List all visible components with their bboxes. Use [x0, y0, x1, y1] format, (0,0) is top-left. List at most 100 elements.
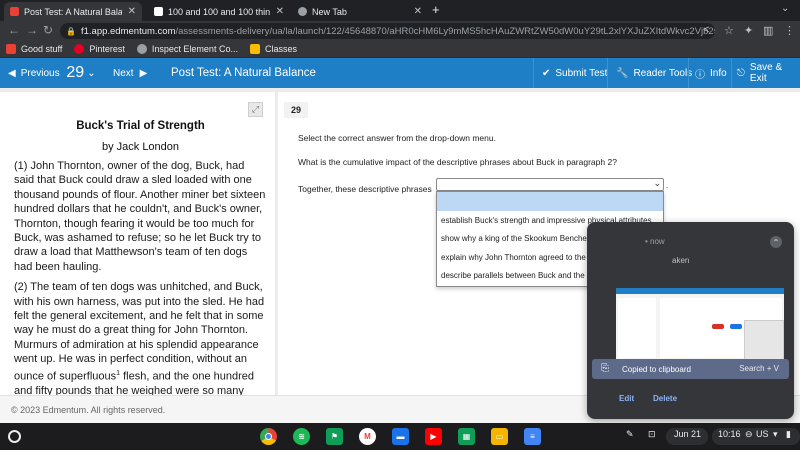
submit-icon: ✔ [542, 67, 551, 79]
extensions-puzzle-icon[interactable]: ✦ [744, 24, 753, 37]
previous-button[interactable]: ◀ Previous [8, 58, 60, 88]
thumbnail-button-blue [730, 324, 742, 329]
youtube-icon [6, 44, 16, 54]
close-tab-icon[interactable]: ✕ [414, 6, 422, 17]
tab-search-chevron-icon[interactable]: ⌄ [781, 3, 789, 14]
close-tab-icon[interactable]: ✕ [128, 6, 136, 17]
browser-tab-strip: Post Test: A Natural Balance ✕ 100 and 1… [0, 0, 800, 21]
google-sheets-icon[interactable]: ▦ [458, 428, 475, 445]
clipboard-notification: • now aken ⌃ ⎘ Copied to clipboard Searc… [587, 222, 794, 419]
forward-arrow-icon[interactable]: → [26, 23, 38, 37]
save-exit-button[interactable]: ⎋ Save & Exit [737, 58, 800, 88]
screen-capture-icon[interactable]: ⊡ [648, 429, 656, 440]
chevron-down-icon: ⌄ [653, 178, 661, 188]
back-arrow-icon[interactable]: ← [8, 23, 20, 37]
google-classroom-icon[interactable]: ⚑ [326, 428, 343, 445]
divider [688, 58, 689, 88]
expand-icon[interactable]: ⤢ [248, 102, 263, 117]
site-favicon-icon [154, 7, 163, 16]
divider [533, 58, 534, 88]
date-text: Jun 21 [674, 429, 702, 439]
wifi-icon: ▾ [773, 429, 778, 439]
battery-icon: ▮ [786, 429, 791, 439]
edit-button[interactable]: Edit [619, 394, 634, 403]
thumbnail-passage [618, 298, 656, 358]
test-navigation-bar: ◀ Previous 29 ⌄ Next ▶ Post Test: A Natu… [0, 58, 800, 88]
notification-time: • now [645, 237, 665, 246]
side-panel-icon[interactable]: ▥ [763, 24, 773, 37]
notification-title: aken [672, 256, 690, 265]
reader-tools-button[interactable]: 🔧 Reader Tools [616, 58, 692, 88]
thumbnail-page-bar [616, 288, 784, 294]
info-button[interactable]: ⓘ Info [695, 58, 727, 88]
question-prompt: What is the cumulative impact of the des… [298, 157, 617, 167]
locale-text: US [756, 429, 769, 439]
close-icon[interactable]: ⌃ [770, 236, 782, 248]
os-shelf: ≋ ⚑ M ▬ ▶ ▦ ▭ ≡ ✎ ⊡ Jun 21 10:16 ⊖ US ▾ … [0, 423, 800, 450]
next-button[interactable]: Next ▶ [113, 58, 152, 88]
tab-post-test[interactable]: Post Test: A Natural Balance ✕ [4, 2, 142, 21]
lock-icon: 🔒 [66, 26, 76, 36]
question-number-tag: 29 [284, 102, 308, 118]
answer-select[interactable]: ⌄ [436, 178, 664, 191]
screenshot-thumbnail[interactable] [616, 288, 784, 362]
time-text: 10:16 [718, 429, 741, 439]
reload-icon[interactable]: ↻ [43, 23, 53, 37]
submit-test-button[interactable]: ✔ Submit Test [542, 58, 607, 88]
question-stem: Together, these descriptive phrases [298, 184, 432, 194]
gmail-icon[interactable]: M [359, 428, 376, 445]
address-bar[interactable]: 🔒 f1.app.edmentum.com /assessments-deliv… [60, 23, 715, 39]
divider [731, 58, 732, 88]
wrench-icon: 🔧 [616, 67, 629, 79]
copyright-text: © 2023 Edmentum. All rights reserved. [11, 404, 166, 415]
thumbnail-dialog [744, 320, 784, 360]
edmentum-favicon-icon [10, 7, 19, 16]
question-instruction: Select the correct answer from the drop-… [298, 133, 496, 143]
passage-panel[interactable]: ⤢ Buck's Trial of Strength by Jack Londo… [0, 92, 275, 395]
sentence-period: . [666, 181, 669, 190]
info-icon: ⓘ [695, 69, 705, 81]
files-icon[interactable]: ▬ [392, 428, 409, 445]
save-icon: ⎋ [737, 67, 745, 79]
bookmark-inspect-element[interactable]: Inspect Element Co... [136, 44, 238, 54]
next-arrow-icon: ▶ [139, 67, 148, 79]
passage-paragraph-2: (2) The team of ten dogs was unhitched, … [14, 281, 265, 395]
pinterest-icon [74, 44, 85, 54]
thumbnail-button-red [712, 324, 724, 329]
search-v-shortcut: Search + V [739, 364, 779, 373]
close-tab-icon[interactable]: ✕ [276, 6, 284, 17]
launcher-icon[interactable] [8, 430, 21, 443]
bookmarks-bar: Good stuff Pinterest Inspect Element Co.… [0, 41, 800, 58]
chrome-icon[interactable] [260, 428, 277, 445]
option-blank[interactable] [437, 192, 663, 211]
google-docs-icon[interactable]: ≡ [524, 428, 541, 445]
youtube-icon[interactable]: ▶ [425, 428, 442, 445]
tab-new-tab[interactable]: New Tab ✕ [292, 2, 428, 21]
stylus-icon[interactable]: ✎ [626, 429, 634, 440]
chevron-down-icon: ⌄ [87, 67, 96, 79]
passage-author: by Jack London [101, 141, 180, 153]
spotify-icon[interactable]: ≋ [293, 428, 310, 445]
passage-paragraph-1: (1) John Thornton, owner of the dog, Buc… [14, 160, 266, 273]
share-icon[interactable]: < [703, 24, 709, 36]
google-slides-icon[interactable]: ▭ [491, 428, 508, 445]
bookmark-star-icon[interactable]: ☆ [724, 24, 734, 37]
divider [607, 58, 608, 88]
question-number-dropdown[interactable]: 29 ⌄ [60, 58, 102, 88]
menu-dots-icon[interactable]: ⋮ [784, 24, 795, 37]
previous-arrow-icon: ◀ [8, 67, 16, 79]
folder-icon [249, 44, 260, 54]
dnd-icon: ⊖ [745, 429, 753, 439]
test-title: Post Test: A Natural Balance [171, 67, 316, 79]
bookmark-classes[interactable]: Classes [249, 44, 297, 54]
tab-100-and-100[interactable]: 100 and 100 and 100 think you ✕ [148, 2, 290, 21]
clipboard-icon: ⎘ [601, 363, 609, 374]
browser-toolbar: ← → ↻ 🔒 f1.app.edmentum.com /assessments… [0, 21, 800, 41]
bookmark-good-stuff[interactable]: Good stuff [6, 44, 62, 54]
copied-to-clipboard-bar[interactable]: ⎘ Copied to clipboard Search + V [592, 359, 789, 379]
delete-button[interactable]: Delete [653, 394, 677, 403]
new-tab-plus-icon[interactable]: + [432, 2, 440, 17]
globe-icon [136, 44, 147, 54]
bookmark-pinterest[interactable]: Pinterest [74, 44, 125, 54]
passage-title: Buck's Trial of Strength [76, 120, 205, 132]
